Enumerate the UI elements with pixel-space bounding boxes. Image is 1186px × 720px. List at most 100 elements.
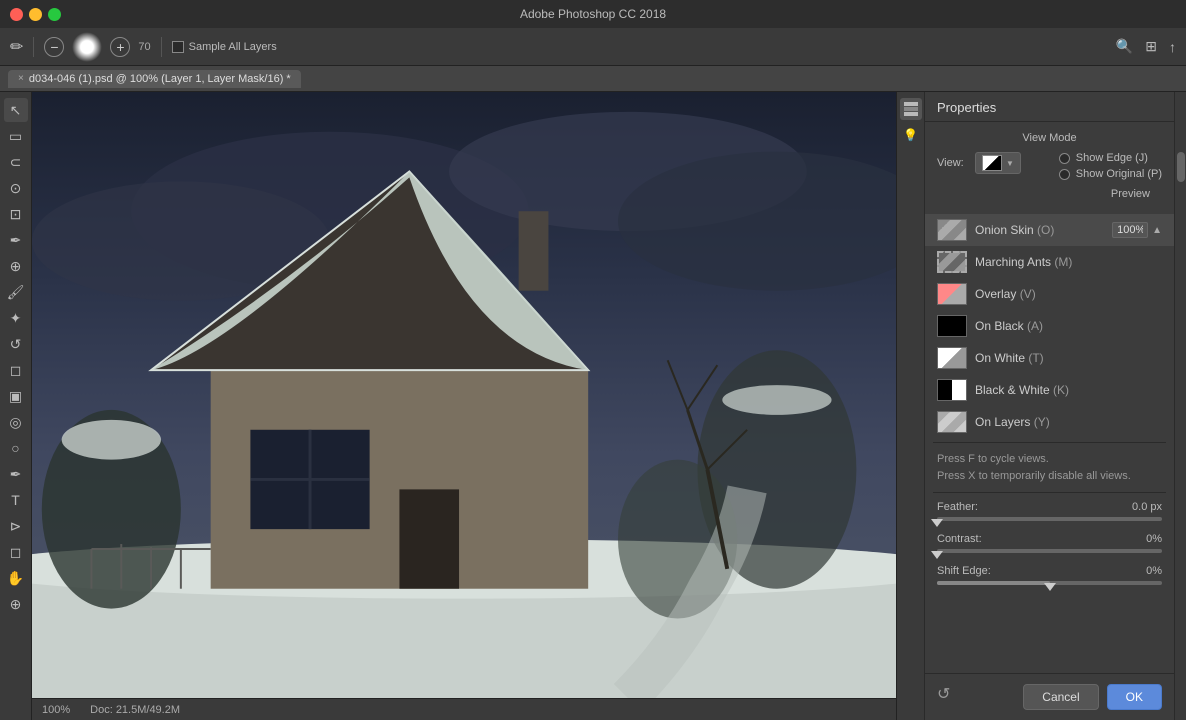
view-mode-item-marchingants[interactable]: Marching Ants (M) — [925, 246, 1174, 278]
document-tab[interactable]: × d034-046 (1).psd @ 100% (Layer 1, Laye… — [8, 70, 301, 88]
onlayers-name: On Layers (Y) — [975, 415, 1050, 429]
layers-panel-icon[interactable] — [900, 98, 922, 120]
tab-bar: × d034-046 (1).psd @ 100% (Layer 1, Laye… — [0, 66, 1186, 92]
pen-tool[interactable]: ✒ — [4, 462, 28, 486]
toolbar: ✏ − + 70 Sample All Layers 🔍 ⊞ ↑ — [0, 28, 1186, 66]
toolbar-right-icons: 🔍 ⊞ ↑ — [1116, 38, 1176, 55]
status-bar: 100% Doc: 21.5M/49.2M — [32, 698, 896, 720]
marchingants-name: Marching Ants (M) — [975, 255, 1072, 269]
traffic-lights — [10, 8, 61, 21]
view-mode-item-overlay[interactable]: Overlay (V) — [925, 278, 1174, 310]
view-row: View: ▼ — [937, 152, 1021, 174]
panel-icon-strip: 💡 — [897, 92, 925, 720]
show-edge-option[interactable]: Show Edge (J) — [1059, 152, 1162, 164]
reset-icon[interactable]: ↺ — [937, 684, 950, 710]
preview-scroll-up[interactable]: ▲ — [1152, 225, 1162, 236]
show-edge-radio[interactable] — [1059, 153, 1070, 164]
onlayers-thumb — [937, 411, 967, 433]
brush-decrease-button[interactable]: − — [44, 37, 64, 57]
feather-value: 0.0 px — [1132, 501, 1162, 513]
maximize-button[interactable] — [48, 8, 61, 21]
dodge-tool[interactable]: ○ — [4, 436, 28, 460]
canvas-content[interactable] — [32, 92, 896, 698]
preview-percent-input[interactable] — [1112, 222, 1148, 238]
show-original-option[interactable]: Show Original (P) — [1059, 168, 1162, 180]
selection-tool[interactable]: ▭ — [4, 124, 28, 148]
brush-size-label: 70 — [138, 41, 150, 53]
feather-track[interactable] — [937, 517, 1162, 521]
app-title: Adobe Photoshop CC 2018 — [520, 7, 666, 21]
view-mode-item-onblack[interactable]: On Black (A) — [925, 310, 1174, 342]
brush-tool-icon[interactable]: ✏ — [10, 37, 23, 57]
view-mode-item-onionskin[interactable]: Onion Skin (O) ▲ — [925, 214, 1174, 246]
shiftedge-track[interactable] — [937, 581, 1162, 585]
clone-stamp-tool[interactable]: ✦ — [4, 306, 28, 330]
text-tool[interactable]: T — [4, 488, 28, 512]
shape-tool[interactable]: ◻ — [4, 540, 28, 564]
shiftedge-slider-row: Shift Edge: 0% — [937, 565, 1162, 585]
shiftedge-value: 0% — [1146, 565, 1162, 577]
brush-tool[interactable]: 🖌 — [4, 280, 28, 304]
canvas-photo — [32, 92, 896, 698]
contrast-track[interactable] — [937, 549, 1162, 553]
hand-tool[interactable]: ✋ — [4, 566, 28, 590]
scroll-area — [1174, 92, 1186, 720]
sample-all-layers-label: Sample All Layers — [189, 41, 277, 53]
lightbulb-icon[interactable]: 💡 — [900, 124, 922, 146]
scroll-thumb[interactable] — [1177, 152, 1185, 182]
ok-button[interactable]: OK — [1107, 684, 1162, 710]
eraser-tool[interactable]: ◻ — [4, 358, 28, 382]
hint-line1: Press F to cycle views. — [937, 451, 1162, 468]
bottom-buttons: ↺ Cancel OK — [925, 673, 1174, 720]
arrange-icon[interactable]: ⊞ — [1145, 38, 1157, 55]
doc-size: Doc: 21.5M/49.2M — [90, 704, 180, 716]
left-tool-panel: ↖ ▭ ⊂ ⊙ ⊡ ✒ ⊕ 🖌 ✦ ↺ ◻ ▣ ◎ ○ ✒ T ⊳ ◻ ✋ ⊕ — [0, 92, 32, 720]
panel-title: Properties — [925, 92, 1174, 122]
eyedropper-tool[interactable]: ✒ — [4, 228, 28, 252]
hint-line2: Press X to temporarily disable all views… — [937, 468, 1162, 485]
move-tool[interactable]: ↖ — [4, 98, 28, 122]
view-mode-item-onlayers[interactable]: On Layers (Y) — [925, 406, 1174, 438]
shiftedge-label: Shift Edge: — [937, 565, 991, 577]
quick-selection-tool[interactable]: ⊙ — [4, 176, 28, 200]
view-dropdown[interactable]: ▼ — [975, 152, 1021, 174]
view-mode-item-blackwhite[interactable]: Black & White (K) — [925, 374, 1174, 406]
blackwhite-name: Black & White (K) — [975, 383, 1069, 397]
brush-controls: − + 70 — [44, 32, 150, 62]
onblack-name: On Black (A) — [975, 319, 1043, 333]
feather-slider-row: Feather: 0.0 px — [937, 501, 1162, 521]
lasso-tool[interactable]: ⊂ — [4, 150, 28, 174]
zoom-tool[interactable]: ⊕ — [4, 592, 28, 616]
path-selection-tool[interactable]: ⊳ — [4, 514, 28, 538]
show-original-radio[interactable] — [1059, 169, 1070, 180]
shiftedge-fill — [937, 581, 1050, 585]
onwhite-name: On White (T) — [975, 351, 1044, 365]
tab-label: d034-046 (1).psd @ 100% (Layer 1, Layer … — [29, 73, 291, 85]
show-edge-label: Show Edge (J) — [1076, 152, 1148, 164]
feather-thumb[interactable] — [931, 519, 943, 527]
blur-tool[interactable]: ◎ — [4, 410, 28, 434]
contrast-thumb[interactable] — [931, 551, 943, 559]
canvas-area: 100% Doc: 21.5M/49.2M — [32, 92, 896, 720]
history-brush-tool[interactable]: ↺ — [4, 332, 28, 356]
close-button[interactable] — [10, 8, 23, 21]
cancel-button[interactable]: Cancel — [1023, 684, 1098, 710]
overlay-name: Overlay (V) — [975, 287, 1036, 301]
brush-increase-button[interactable]: + — [110, 37, 130, 57]
minimize-button[interactable] — [29, 8, 42, 21]
toolbar-divider-2 — [161, 37, 162, 57]
tab-close-icon[interactable]: × — [18, 73, 24, 84]
sample-all-layers[interactable]: Sample All Layers — [172, 41, 277, 53]
search-icon[interactable]: 🔍 — [1116, 38, 1133, 55]
gradient-tool[interactable]: ▣ — [4, 384, 28, 408]
contrast-value: 0% — [1146, 533, 1162, 545]
shiftedge-thumb[interactable] — [1044, 583, 1056, 591]
view-mode-item-onwhite[interactable]: On White (T) — [925, 342, 1174, 374]
sample-all-layers-checkbox[interactable] — [172, 41, 184, 53]
onionskin-name: Onion Skin (O) — [975, 223, 1054, 237]
share-icon[interactable]: ↑ — [1169, 39, 1176, 55]
contrast-slider-row: Contrast: 0% — [937, 533, 1162, 553]
preview-row: Preview — [937, 188, 1162, 200]
crop-tool[interactable]: ⊡ — [4, 202, 28, 226]
healing-tool[interactable]: ⊕ — [4, 254, 28, 278]
